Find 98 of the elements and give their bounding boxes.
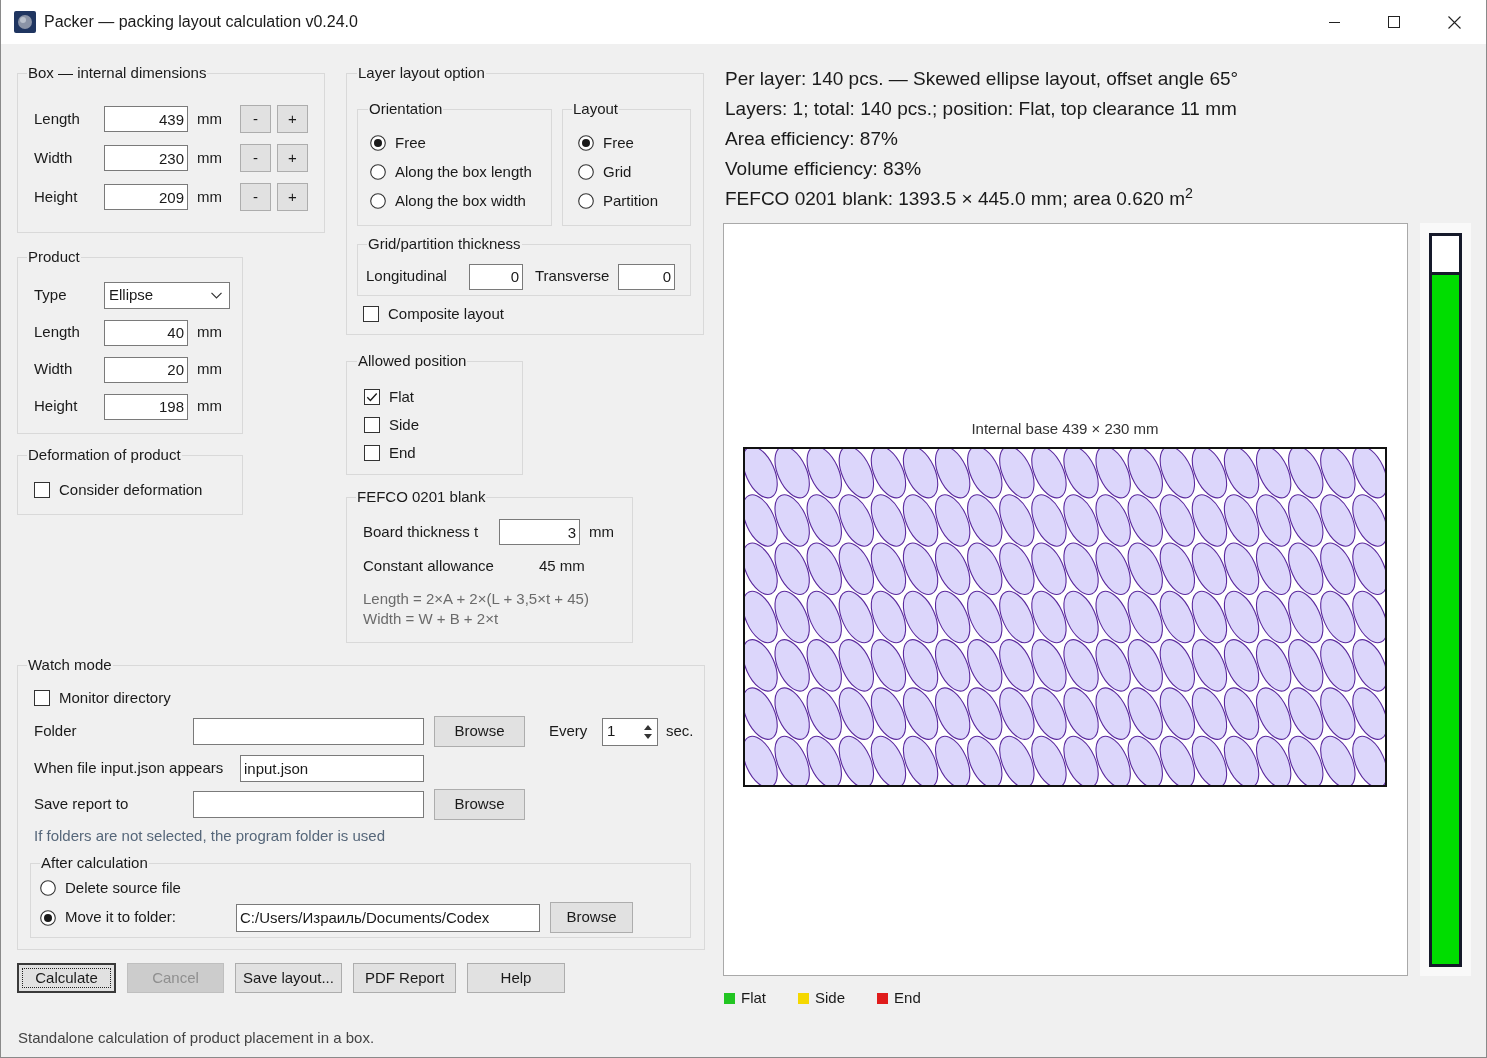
text-field[interactable]: 209 [104, 184, 188, 210]
diagram-title: Internal base 439 × 230 mm [971, 419, 1159, 439]
type-dropdown[interactable]: Ellipse [104, 282, 230, 309]
minimize-icon [1328, 21, 1340, 23]
group-title: After calculation [40, 854, 149, 872]
result-line: Area efficiency: 87% [725, 127, 898, 151]
text-field[interactable]: 439 [104, 106, 188, 132]
field-label: Every [549, 721, 589, 742]
field-label: Length [34, 108, 81, 129]
field-label: Folder [34, 721, 78, 742]
radio-option[interactable]: Free [578, 133, 634, 153]
checkbox-option[interactable]: Consider deformation [34, 480, 203, 500]
radio-option[interactable]: Along the box length [370, 162, 532, 182]
text-field[interactable]: 40 [104, 319, 188, 346]
window-title: Packer — packing layout calculation v0.24.0 [44, 12, 358, 32]
field-label: Transverse [534, 266, 611, 287]
radio-option[interactable]: Delete source file [40, 878, 181, 898]
text-field[interactable]: 230 [104, 145, 188, 171]
maximize-icon [1388, 16, 1400, 28]
field-label: Width [34, 147, 74, 168]
close-icon [1447, 15, 1461, 29]
unit-label: mm [196, 359, 222, 380]
action-button[interactable]: Help [467, 963, 565, 993]
result-line: FEFCO 0201 blank: 1393.5 × 445.0 mm; area 0.620 m$^{2}$ [725, 184, 1193, 211]
field-label: Type [34, 285, 68, 306]
result-line: Layers: 1; total: 140 pcs.; position: Flat, top clearance 11 mm [725, 97, 1237, 121]
legend-label: End [894, 987, 921, 1008]
group-title: FEFCO 0201 blank [356, 488, 487, 506]
browse-button[interactable]: Browse [434, 789, 525, 820]
field-label: Save report to [34, 794, 130, 815]
group-title: Orientation [368, 100, 444, 118]
unit-label: mm [196, 322, 222, 343]
field-label: Height [34, 186, 79, 207]
legend-label: Flat [741, 987, 766, 1008]
checkbox-option[interactable]: Side [364, 415, 420, 435]
increment-button[interactable]: + [277, 183, 308, 211]
decrement-button[interactable]: - [240, 105, 271, 133]
field-label: Longitudinal [366, 266, 448, 287]
field-label: Width [34, 359, 74, 380]
checkbox-option[interactable]: End [364, 443, 416, 463]
field-label: When file input.json appears [34, 757, 225, 778]
radio-option[interactable]: Move it to folder: [40, 907, 176, 928]
action-button[interactable]: Calculate [17, 963, 116, 993]
text-field[interactable]: C:/Users/Израиль/Documents/Codex [236, 903, 540, 932]
checkbox-option[interactable]: Flat [364, 387, 414, 407]
chevron-down-icon [211, 292, 222, 299]
down-caret-icon [644, 733, 652, 739]
text-field[interactable]: 198 [104, 393, 188, 420]
group-title: Watch mode [27, 656, 113, 674]
allowance-value: 45 mm [539, 555, 585, 576]
up-caret-icon [644, 724, 652, 730]
unit-label: sec. [666, 721, 694, 742]
checkbox-option[interactable]: Monitor directory [34, 688, 171, 708]
spinner-field[interactable]: 1 [602, 717, 658, 746]
field-label: Length [34, 322, 81, 343]
legend-label: Side [815, 987, 846, 1008]
unit-label: mm [196, 147, 223, 168]
browse-button[interactable]: Browse [550, 902, 633, 933]
group-title: Allowed position [357, 352, 468, 370]
increment-button[interactable]: + [277, 144, 308, 172]
decrement-button[interactable]: - [240, 144, 271, 172]
result-line: Volume efficiency: 83% [725, 157, 922, 181]
group-title: Product [27, 248, 81, 266]
radio-option[interactable]: Partition [578, 191, 659, 211]
text-field[interactable]: 3 [499, 519, 580, 545]
checkbox-option[interactable]: Composite layout [363, 304, 504, 324]
decrement-button[interactable]: - [240, 183, 271, 211]
group-title: Grid/partition thickness [367, 235, 522, 253]
formula-text: Width = W + B + 2×t [363, 609, 499, 629]
result-line: Per layer: 140 pcs. — Skewed ellipse layout, offset angle 65° [725, 67, 1239, 91]
hint-text: If folders are not selected, the program folder is used [34, 825, 386, 846]
unit-label: mm [196, 396, 222, 417]
status-text: Standalone calculation of product placement in a box. [18, 1027, 375, 1048]
group-title: Deformation of product [27, 446, 182, 464]
group-title: Layer layout option [357, 64, 486, 82]
radio-option[interactable]: Grid [578, 162, 632, 182]
formula-text: Length = 2×A + 2×(L + 3,5×t + 45) [363, 589, 589, 609]
text-field[interactable]: 20 [104, 356, 188, 383]
action-button[interactable]: PDF Report [353, 963, 456, 993]
field-label: Constant allowance [363, 555, 495, 576]
increment-button[interactable]: + [277, 105, 308, 133]
browse-button[interactable]: Browse [434, 716, 525, 747]
unit-label: mm [196, 108, 223, 129]
text-field[interactable]: 0 [618, 263, 675, 290]
field-label: Height [34, 396, 79, 417]
radio-option[interactable]: Along the box width [370, 191, 526, 211]
group-title: Box — internal dimensions [27, 64, 208, 82]
group-title: Layout [572, 100, 620, 118]
unit-label: mm [588, 521, 614, 542]
field-label: Board thickness t [363, 521, 480, 542]
text-field[interactable]: 0 [469, 263, 523, 290]
app-icon [14, 11, 36, 33]
radio-option[interactable]: Free [370, 133, 426, 153]
text-field[interactable] [193, 791, 424, 818]
unit-label: mm [196, 186, 223, 207]
action-button[interactable]: Save layout... [235, 963, 342, 993]
text-field[interactable] [193, 718, 424, 745]
text-field[interactable]: input.json [240, 754, 424, 782]
